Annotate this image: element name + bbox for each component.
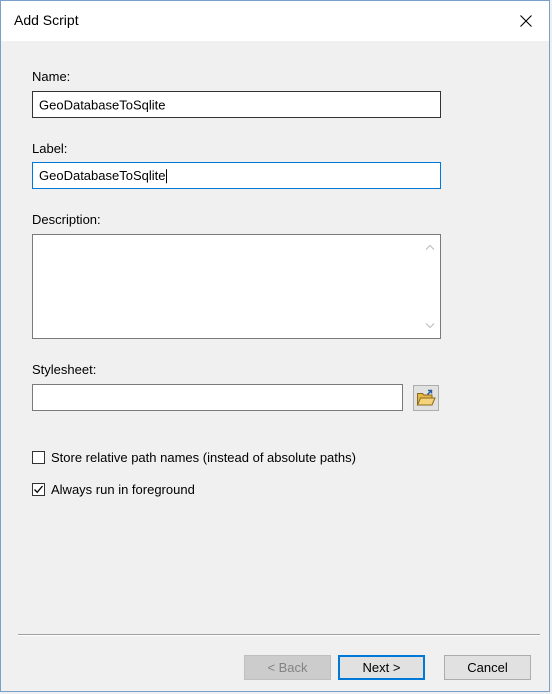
footer-divider-highlight xyxy=(18,635,540,636)
label-label: Label: xyxy=(32,141,68,156)
label-field-value: GeoDatabaseToSqlite xyxy=(39,167,166,183)
foreground-checkbox[interactable] xyxy=(32,483,45,496)
description-label: Description: xyxy=(32,212,101,227)
checkmark-icon xyxy=(34,485,43,494)
foreground-label: Always run in foreground xyxy=(51,482,195,497)
next-button[interactable]: Next > xyxy=(338,655,425,680)
title-bar: Add Script xyxy=(1,1,549,41)
name-label: Name: xyxy=(32,69,71,84)
description-scrollbar[interactable] xyxy=(420,235,440,338)
folder-open-icon xyxy=(416,389,436,406)
scroll-up-button[interactable] xyxy=(420,237,440,257)
description-field[interactable] xyxy=(32,234,441,339)
relative-paths-option[interactable]: Store relative path names (instead of ab… xyxy=(32,450,356,465)
cancel-button[interactable]: Cancel xyxy=(444,655,531,680)
label-field-content: GeoDatabaseToSqlite xyxy=(39,167,168,184)
chevron-up-icon xyxy=(425,244,435,250)
stylesheet-label: Stylesheet: xyxy=(32,362,97,377)
browse-stylesheet-button[interactable] xyxy=(413,385,439,411)
scroll-down-button[interactable] xyxy=(420,316,440,336)
name-field[interactable]: GeoDatabaseToSqlite xyxy=(32,91,441,118)
stylesheet-field[interactable] xyxy=(32,384,403,411)
add-script-dialog: Add Script Name: GeoDatabaseToSqlite Lab… xyxy=(0,0,550,692)
label-field[interactable]: GeoDatabaseToSqlite xyxy=(32,162,441,189)
close-button[interactable] xyxy=(503,1,549,41)
relative-paths-checkbox[interactable] xyxy=(32,451,45,464)
text-caret xyxy=(166,169,168,184)
relative-paths-label: Store relative path names (instead of ab… xyxy=(51,450,356,465)
foreground-option[interactable]: Always run in foreground xyxy=(32,482,195,497)
dialog-title: Add Script xyxy=(14,12,79,28)
chevron-down-icon xyxy=(425,323,435,329)
name-field-value: GeoDatabaseToSqlite xyxy=(39,97,166,112)
back-button[interactable]: < Back xyxy=(244,655,331,680)
close-icon xyxy=(520,15,532,27)
